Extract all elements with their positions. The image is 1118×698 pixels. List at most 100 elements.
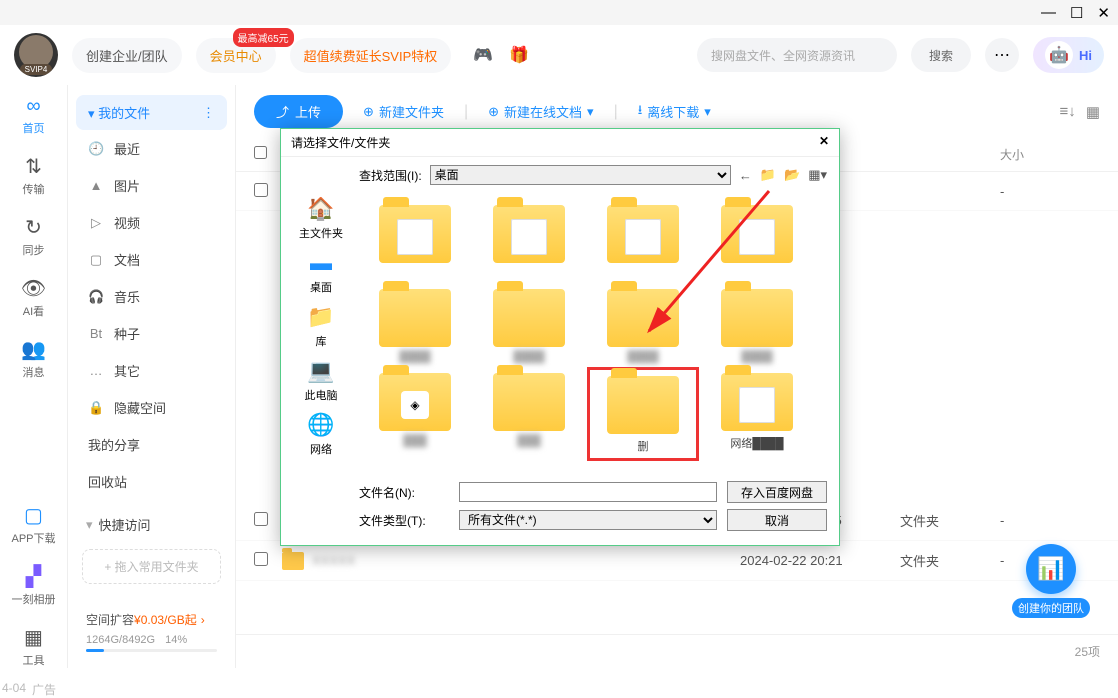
- place-network[interactable]: 🌐网络: [305, 411, 337, 457]
- new-folder-button[interactable]: ⊕新建文件夹: [363, 102, 444, 121]
- folder-item[interactable]: 网络████: [707, 373, 807, 455]
- close-icon[interactable]: ✕: [1097, 4, 1110, 22]
- folder-item[interactable]: ████: [593, 289, 693, 365]
- dialog-close-icon[interactable]: ✕: [819, 134, 829, 151]
- sidebar-music[interactable]: 🎧音乐: [76, 278, 227, 315]
- sidebar-recycle[interactable]: 回收站: [76, 463, 227, 500]
- place-home[interactable]: 🏠主文件夹: [299, 195, 343, 241]
- cancel-button[interactable]: 取消: [727, 509, 827, 531]
- storage-indicator: 1264G/8492G14%: [86, 634, 217, 646]
- folder-item[interactable]: ████: [479, 289, 579, 365]
- table-row[interactable]: XXXXX 2024-02-22 20:21 文件夹 -: [236, 541, 1118, 581]
- folder-item[interactable]: ◈███: [365, 373, 465, 455]
- save-to-netdisk-button[interactable]: 存入百度网盘: [727, 481, 827, 503]
- window-titlebar: — ☐ ✕: [0, 0, 1118, 25]
- nav-view-icon[interactable]: ▦▾: [808, 167, 827, 183]
- sidebar-hidden[interactable]: 🔒隐藏空间: [76, 389, 227, 426]
- sidebar-quick[interactable]: ▾快捷访问: [76, 506, 227, 543]
- filename-input[interactable]: [459, 482, 717, 502]
- nav-back-icon[interactable]: ←: [739, 168, 752, 183]
- place-desktop[interactable]: ▬桌面: [305, 249, 337, 295]
- rail-messages[interactable]: 👥消息: [21, 337, 46, 380]
- vip-discount-badge: 最高减65元: [233, 28, 294, 47]
- minimize-icon[interactable]: —: [1041, 4, 1056, 21]
- file-grid: ████ ████ ████ ████ ◈███ ███ 删 网络████: [359, 191, 827, 469]
- place-library[interactable]: 📁库: [305, 303, 337, 349]
- sidebar-share[interactable]: 我的分享: [76, 426, 227, 463]
- myfiles-menu-icon[interactable]: ⋮: [202, 105, 215, 121]
- nav-rail: ∞首页 ⇅传输 ↻同步 👁AI看 👥消息 ▢APP下载 ▞一刻相册 ▦工具: [0, 85, 68, 668]
- create-team-fab[interactable]: 📊 创建你的团队: [1012, 544, 1090, 618]
- row-checkbox[interactable]: [254, 552, 268, 566]
- row-checkbox[interactable]: [254, 512, 268, 526]
- look-in-select[interactable]: 桌面: [430, 165, 731, 185]
- sidebar-myfiles[interactable]: ▾ 我的文件 ⋮: [76, 95, 227, 130]
- places-bar: 🏠主文件夹 ▬桌面 📁库 💻此电脑 🌐网络: [293, 165, 349, 531]
- filetype-select[interactable]: 所有文件(*.*): [459, 510, 717, 530]
- folder-item[interactable]: [593, 205, 693, 281]
- rail-home[interactable]: ∞首页: [23, 95, 45, 136]
- create-team-button[interactable]: 创建企业/团队: [72, 38, 182, 73]
- folder-item[interactable]: ████: [707, 289, 807, 365]
- rail-transfer[interactable]: ⇅传输: [23, 154, 45, 197]
- offline-download-button[interactable]: ⭳离线下载 ▾: [638, 101, 711, 123]
- top-bar: SVIP4 创建企业/团队 会员中心 最高减65元 超值续费延长SVIP特权 🎮…: [0, 25, 1118, 85]
- fab-label: 创建你的团队: [1012, 598, 1090, 618]
- rail-app[interactable]: ▢APP下载: [11, 503, 55, 546]
- sidebar-recent[interactable]: 🕘最近: [76, 130, 227, 167]
- avatar[interactable]: SVIP4: [14, 33, 58, 77]
- chart-icon: 📊: [1026, 544, 1076, 594]
- look-in-row: 查找范围(I): 桌面 ← 📁 📂 ▦▾: [359, 165, 827, 185]
- sidebar-drag-hint[interactable]: + 拖入常用文件夹: [82, 549, 221, 584]
- hi-assistant-button[interactable]: 🤖 Hi: [1033, 37, 1104, 73]
- rail-tools[interactable]: ▦工具: [23, 625, 45, 668]
- folder-item[interactable]: [365, 205, 465, 281]
- upload-button[interactable]: ⤴上传: [254, 95, 343, 128]
- rail-sync[interactable]: ↻同步: [23, 215, 45, 258]
- bottom-ad: 4-04广告: [2, 681, 56, 698]
- select-all-checkbox[interactable]: [254, 146, 267, 159]
- rail-album[interactable]: ▞一刻相册: [12, 564, 56, 607]
- dialog-title: 请选择文件/文件夹: [291, 134, 390, 151]
- folder-item[interactable]: [707, 205, 807, 281]
- filetype-label: 文件类型(T):: [359, 512, 449, 529]
- top-icons: 🎮 🎁: [473, 45, 529, 65]
- col-size-header[interactable]: 大小: [1000, 146, 1100, 163]
- sidebar-images[interactable]: ▲图片: [76, 167, 227, 204]
- vip-center-button[interactable]: 会员中心 最高减65元: [196, 38, 276, 73]
- search-button[interactable]: 搜索: [911, 38, 971, 72]
- footer-count: 25项: [236, 634, 1118, 668]
- rail-ai[interactable]: 👁AI看: [21, 276, 46, 319]
- gift-icon[interactable]: 🎁: [509, 45, 529, 65]
- chevron-down-icon: ▾: [704, 104, 711, 120]
- sidebar-video[interactable]: ▷视频: [76, 204, 227, 241]
- gamepad-icon[interactable]: 🎮: [473, 45, 493, 65]
- vip-center-label: 会员中心: [210, 49, 262, 64]
- folder-item[interactable]: ████: [365, 289, 465, 365]
- svip-extend-button[interactable]: 超值续费延长SVIP特权: [290, 38, 452, 73]
- svip-badge: SVIP4: [20, 64, 53, 75]
- sort-icon[interactable]: ≡↓: [1060, 103, 1076, 121]
- dialog-titlebar: 请选择文件/文件夹 ✕: [281, 129, 839, 157]
- look-in-label: 查找范围(I):: [359, 167, 422, 184]
- sidebar-docs[interactable]: ▢文档: [76, 241, 227, 278]
- maximize-icon[interactable]: ☐: [1070, 4, 1083, 22]
- new-doc-button[interactable]: ⊕新建在线文档 ▾: [488, 102, 593, 121]
- hi-label: Hi: [1079, 48, 1092, 63]
- more-button[interactable]: ⋯: [985, 38, 1019, 72]
- row-checkbox[interactable]: [254, 183, 268, 197]
- nav-up-icon[interactable]: 📁: [760, 167, 776, 183]
- folder-item[interactable]: ███: [479, 373, 579, 455]
- folder-plus-icon: ⊕: [363, 104, 374, 120]
- storage-expand-button[interactable]: 空间扩容 ¥0.03/GB起›: [86, 611, 217, 628]
- upload-icon: ⤴: [276, 102, 289, 121]
- search-input[interactable]: 搜网盘文件、全网资源资讯: [697, 38, 897, 72]
- sidebar-torrent[interactable]: Bt种子: [76, 315, 227, 352]
- nav-newfolder-icon[interactable]: 📂: [784, 167, 800, 183]
- folder-item-highlighted[interactable]: 删: [593, 373, 693, 455]
- folder-item[interactable]: [479, 205, 579, 281]
- sidebar-other[interactable]: …其它: [76, 352, 227, 389]
- grid-view-icon[interactable]: ▦: [1086, 103, 1100, 121]
- chevron-down-icon: ▾: [587, 104, 594, 120]
- place-thispc[interactable]: 💻此电脑: [305, 357, 338, 403]
